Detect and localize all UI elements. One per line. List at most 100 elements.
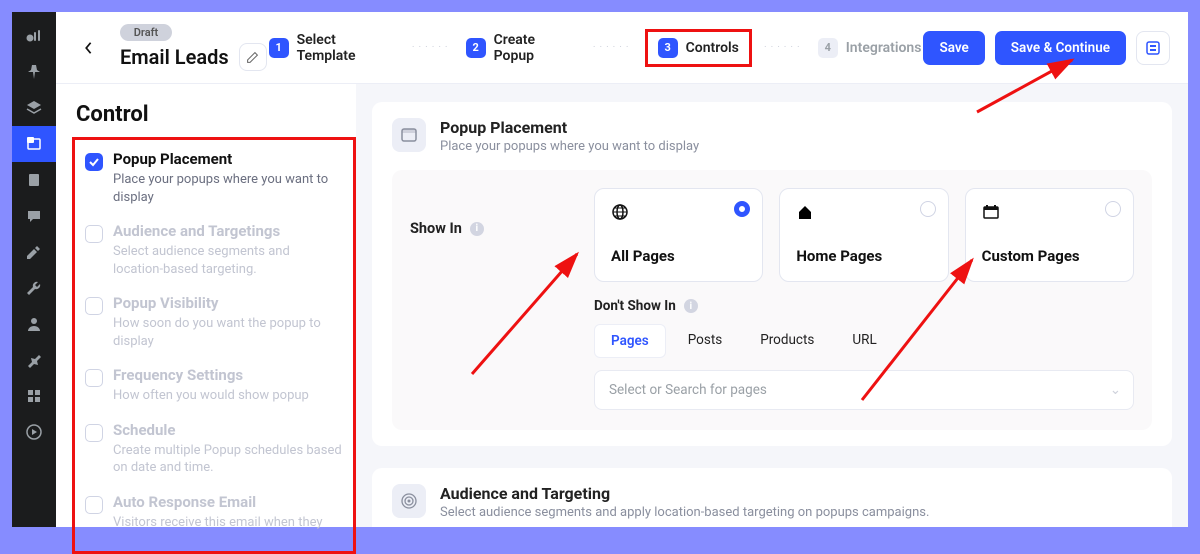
chevron-down-icon: ⌄ (1110, 382, 1121, 398)
step-select-template[interactable]: 1 Select Template (267, 32, 400, 64)
sidebar-item-title: Audience and Targetings (113, 222, 343, 240)
step-label: Create Popup (494, 32, 579, 64)
sidebar-item-title: Popup Visibility (113, 294, 343, 312)
pages-select[interactable]: Select or Search for pages ⌄ (594, 370, 1134, 410)
preview-button[interactable] (1136, 31, 1170, 65)
option-label: Custom Pages (982, 247, 1117, 265)
step-connector: ······ (408, 42, 456, 53)
sidebar-item-title: Popup Placement (113, 150, 343, 168)
dont-show-in-label: Don't Show In i (594, 298, 1134, 314)
sidebar-item-title: Schedule (113, 421, 343, 439)
dont-show-tabs: Pages Posts Products URL (594, 324, 1134, 358)
control-sidebar: Control Popup Placement Place your popup… (56, 84, 356, 527)
save-button[interactable]: Save (923, 31, 984, 65)
step-integrations[interactable]: 4 Integrations (816, 38, 924, 58)
sidebar-item-desc: Create multiple Popup schedules based on… (113, 442, 343, 477)
rail-user-icon[interactable] (12, 306, 56, 342)
checkbox-icon (85, 297, 103, 315)
card-subtitle: Place your popups where you want to disp… (440, 139, 699, 154)
sidebar-item-visibility[interactable]: Popup Visibility How soon do you want th… (85, 294, 343, 366)
page-header: Draft Email Leads 1 Select Template ····… (56, 12, 1188, 84)
page-title: Email Leads (120, 45, 229, 69)
target-icon (392, 484, 426, 518)
option-custom-pages[interactable]: Custom Pages (965, 188, 1134, 282)
step-number: 4 (818, 38, 838, 58)
step-label: Integrations (846, 40, 922, 56)
option-label: All Pages (611, 247, 746, 265)
sidebar-item-popup-placement[interactable]: Popup Placement Place your popups where … (85, 150, 343, 222)
step-number: 3 (658, 38, 678, 58)
select-placeholder: Select or Search for pages (609, 382, 767, 398)
tab-pages[interactable]: Pages (594, 324, 666, 358)
rail-page-icon[interactable] (12, 162, 56, 198)
app-root: Draft Email Leads 1 Select Template ····… (12, 12, 1188, 527)
rail-play-icon[interactable] (12, 414, 56, 450)
content-row: Control Popup Placement Place your popup… (56, 84, 1188, 527)
rail-popup-icon[interactable] (12, 126, 56, 162)
sidebar-item-desc: Place your popups where you want to disp… (113, 171, 343, 206)
option-all-pages[interactable]: All Pages (594, 188, 763, 282)
sidebar-item-audience[interactable]: Audience and Targetings Select audience … (85, 222, 343, 294)
main-column: Draft Email Leads 1 Select Template ····… (56, 12, 1188, 527)
sidebar-item-schedule[interactable]: Schedule Create multiple Popup schedules… (85, 421, 343, 493)
step-create-popup[interactable]: 2 Create Popup (464, 32, 581, 64)
radio-icon (734, 201, 750, 217)
show-in-section: Show In i All Pages (392, 170, 1152, 430)
sidebar-item-title: Frequency Settings (113, 366, 343, 384)
sidebar-item-desc: Visitors receive this email when they (113, 514, 343, 532)
layout-icon (392, 118, 426, 152)
tab-posts[interactable]: Posts (672, 324, 738, 358)
card-title: Audience and Targeting (440, 484, 929, 503)
header-actions: Save Save & Continue (923, 31, 1170, 65)
custom-icon (982, 206, 1000, 225)
sidebar-item-title: Auto Response Email (113, 493, 343, 511)
settings-panel: Popup Placement Place your popups where … (356, 84, 1188, 527)
rail-layers-icon[interactable] (12, 90, 56, 126)
sidebar-item-auto-response[interactable]: Auto Response Email Visitors receive thi… (85, 493, 343, 548)
edit-title-button[interactable] (239, 43, 267, 71)
rail-dashboard-icon[interactable] (12, 18, 56, 54)
step-number: 2 (466, 38, 486, 58)
popup-placement-card: Popup Placement Place your popups where … (372, 102, 1172, 446)
sidebar-item-frequency[interactable]: Frequency Settings How often you would s… (85, 366, 343, 421)
back-button[interactable] (74, 34, 102, 62)
info-icon[interactable]: i (684, 299, 698, 313)
checkbox-icon (85, 153, 103, 171)
sidebar-heading: Control (76, 102, 356, 127)
checkbox-icon (85, 496, 103, 514)
show-in-label: Show In i (410, 188, 594, 237)
dont-show-in-section: Don't Show In i Pages Posts Products URL… (594, 298, 1134, 410)
tab-products[interactable]: Products (744, 324, 830, 358)
option-label: Home Pages (796, 247, 931, 265)
title-block: Draft Email Leads (120, 24, 267, 71)
icon-rail (12, 12, 56, 527)
status-chip: Draft (120, 24, 172, 41)
card-title: Popup Placement (440, 118, 699, 137)
sidebar-list: Popup Placement Place your popups where … (72, 137, 356, 554)
home-icon (796, 206, 814, 225)
rail-eyedropper-icon[interactable] (12, 234, 56, 270)
rail-pin-icon[interactable] (12, 54, 56, 90)
rail-settings-icon[interactable] (12, 342, 56, 378)
tab-url[interactable]: URL (836, 324, 892, 358)
step-label: Controls (686, 40, 739, 56)
checkbox-icon (85, 369, 103, 387)
step-number: 1 (269, 38, 289, 58)
rail-grid-icon[interactable] (12, 378, 56, 414)
option-home-pages[interactable]: Home Pages (779, 188, 948, 282)
step-connector: ······ (589, 42, 637, 53)
rail-chat-icon[interactable] (12, 198, 56, 234)
radio-icon (1105, 201, 1121, 217)
card-subtitle: Select audience segments and apply locat… (440, 505, 929, 520)
globe-icon (611, 206, 629, 225)
step-controls[interactable]: 3 Controls (645, 29, 752, 67)
sidebar-item-desc: How often you would show popup (113, 387, 343, 405)
save-continue-button[interactable]: Save & Continue (995, 31, 1126, 65)
show-in-options: All Pages Home Pages (594, 188, 1134, 282)
rail-wrench-icon[interactable] (12, 270, 56, 306)
info-icon[interactable]: i (470, 222, 484, 236)
stepper: 1 Select Template ······ 2 Create Popup … (267, 29, 924, 67)
sidebar-item-desc: How soon do you want the popup to displa… (113, 315, 343, 350)
audience-card: Audience and Targeting Select audience s… (372, 468, 1172, 527)
checkbox-icon (85, 225, 103, 243)
